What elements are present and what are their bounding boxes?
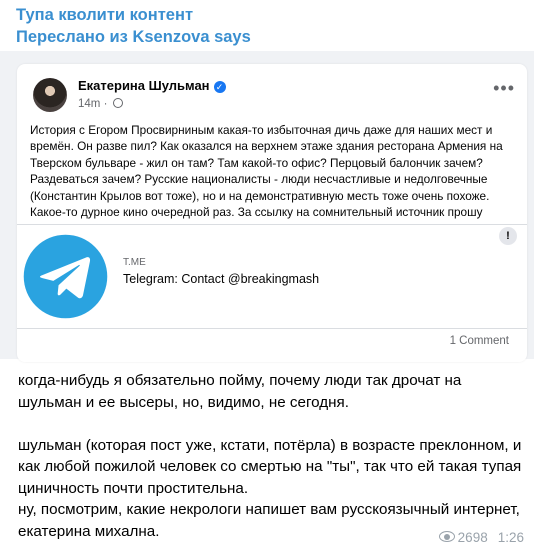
avatar (33, 78, 67, 112)
verified-icon: ✓ (213, 81, 226, 93)
message-footer: 2698 1:26 (438, 530, 524, 545)
message-text: когда-нибудь я обязательно пойму, почему… (18, 370, 528, 542)
link-preview: T.ME Telegram: Contact @breakingmash ! (17, 224, 527, 329)
author-name: Екатерина Шульман (78, 78, 210, 93)
message-time: 1:26 (497, 530, 524, 545)
post-author: Екатерина Шульман ✓ (78, 78, 226, 93)
facebook-post-card: Екатерина Шульман ✓ 14m · ••• История с Е… (17, 64, 527, 362)
more-options-icon: ••• (493, 78, 515, 98)
post-time: 14m (78, 98, 101, 110)
message-paragraph: шульман (которая пост уже, кстати, потёр… (18, 436, 522, 497)
post-meta: 14m · (78, 98, 123, 110)
link-info-icon: ! (499, 227, 517, 245)
channel-name[interactable]: Тупа кволити контент (16, 4, 251, 26)
link-domain: T.ME (123, 257, 146, 268)
link-title: Telegram: Contact @breakingmash (123, 272, 320, 286)
comments-count: 1 Comment (449, 335, 509, 347)
forwarded-from[interactable]: Переслано из Ksenzova says (16, 26, 251, 48)
post-text: История с Егором Просвирниным какая-то и… (30, 123, 503, 235)
globe-icon (112, 98, 123, 108)
message-header: Тупа кволити контент Переслано из Ksenzo… (16, 4, 251, 48)
message-paragraph: когда-нибудь я обязательно пойму, почему… (18, 372, 462, 411)
telegram-logo-icon (23, 234, 108, 319)
views-count: 2698 (457, 530, 488, 545)
views-icon (438, 531, 455, 542)
facebook-screenshot[interactable]: Екатерина Шульман ✓ 14m · ••• История с Е… (0, 51, 534, 362)
